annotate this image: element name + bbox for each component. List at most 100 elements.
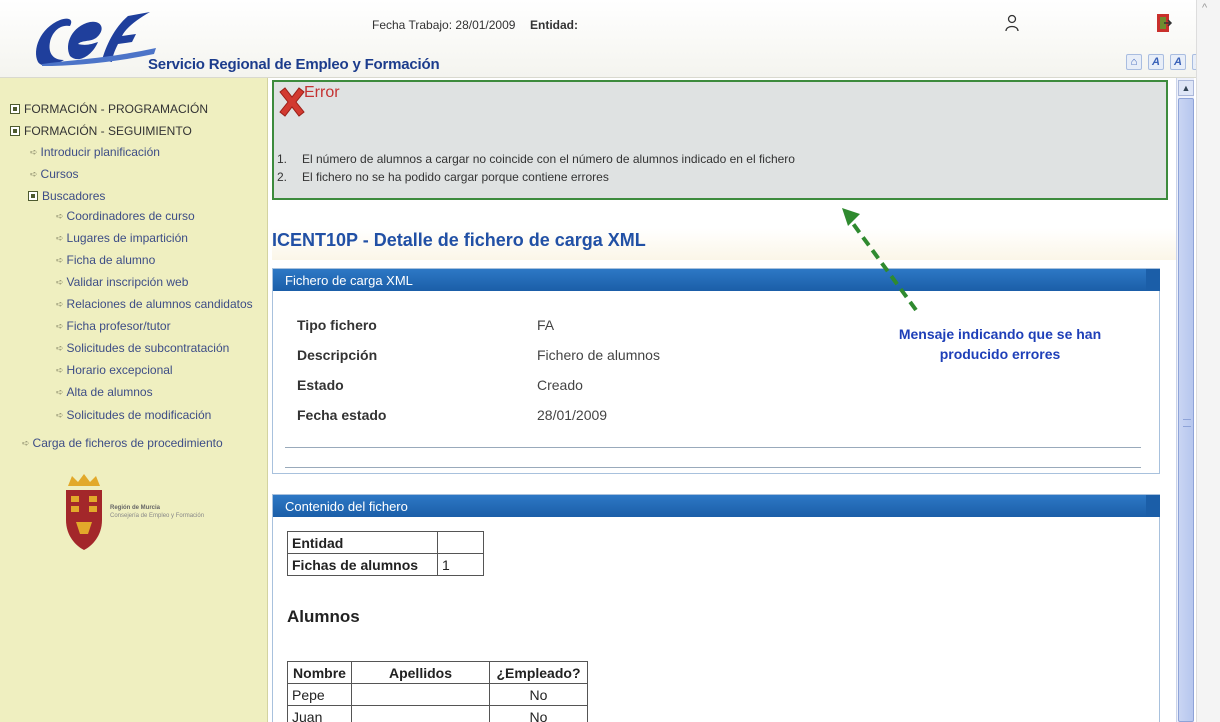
- sidebar-item-relaciones[interactable]: ➪ Relaciones de alumnos candidatos: [56, 297, 253, 311]
- item-label: Validar inscripción web: [66, 275, 189, 289]
- sidebar-item-lugares[interactable]: ➪ Lugares de impartición: [56, 231, 188, 245]
- cell-empleado: No: [489, 683, 588, 706]
- entidad-value: [437, 531, 484, 554]
- sidebar: FORMACIÓN - PROGRAMACIÓN FORMACIÓN - SEG…: [0, 78, 268, 722]
- detail-label: Fecha estado: [297, 407, 387, 423]
- arrow-icon: ➪: [56, 232, 64, 243]
- sidebar-item-cursos[interactable]: ➪ Cursos: [30, 167, 79, 181]
- cell-nombre: Juan: [287, 705, 352, 722]
- arrow-icon: ➪: [56, 364, 64, 375]
- detail-label: Tipo fichero: [297, 317, 377, 333]
- error-icon: [279, 87, 305, 117]
- detail-label: Estado: [297, 377, 344, 393]
- arrow-icon: ➪: [56, 276, 64, 287]
- sidebar-item-subcontratacion[interactable]: ➪ Solicitudes de subcontratación: [56, 341, 229, 355]
- panel-header: Contenido del fichero: [273, 495, 1159, 517]
- window-scrollbar[interactable]: ^: [1196, 0, 1220, 722]
- entidad-label: Entidad:: [530, 18, 578, 32]
- fecha-value: 28/01/2009: [455, 18, 516, 32]
- arrow-icon: ➪: [56, 342, 64, 353]
- sidebar-group-buscadores[interactable]: Buscadores: [28, 189, 105, 203]
- cell-nombre: Pepe: [287, 683, 352, 706]
- table-row: Juan No: [287, 705, 588, 722]
- column-header: Apellidos: [351, 661, 490, 684]
- sidebar-item-validar-inscripcion[interactable]: ➪ Validar inscripción web: [56, 275, 188, 289]
- column-header: Nombre: [287, 661, 352, 684]
- item-label: Ficha de alumno: [66, 253, 156, 267]
- region-text: Región de Murcia Consejería de Empleo y …: [110, 504, 204, 520]
- item-label: Relaciones de alumnos candidatos: [66, 297, 253, 311]
- item-label: Cursos: [40, 167, 79, 181]
- cell-apellidos: [351, 705, 490, 722]
- group-label: Buscadores: [42, 189, 106, 203]
- sidebar-item-carga-ficheros[interactable]: ➪ Carga de ficheros de procedimiento: [22, 436, 223, 450]
- item-label: Carga de ficheros de procedimiento: [32, 436, 223, 450]
- item-label: Ficha profesor/tutor: [66, 319, 171, 333]
- fichas-value: 1: [437, 553, 484, 576]
- sidebar-item-introducir-planificacion[interactable]: ➪ Introducir planificación: [30, 145, 160, 159]
- detail-value: Creado: [537, 377, 583, 393]
- item-label: Coordinadores de curso: [66, 209, 195, 223]
- sidebar-item-solicitudes-modificacion[interactable]: ➪ Solicitudes de modificación: [56, 408, 211, 422]
- table-row: Fichas de alumnos 1: [287, 553, 484, 576]
- header: Servicio Regional de Empleo y Formación …: [0, 0, 1208, 78]
- detail-value: Fichero de alumnos: [537, 347, 660, 363]
- annotation-line: Mensaje indicando que se han: [898, 326, 1102, 342]
- arrow-icon: ➪: [56, 298, 64, 309]
- error-item: 1. El número de alumnos a cargar no coinc…: [277, 152, 795, 170]
- alumnos-title: Alumnos: [287, 607, 360, 626]
- error-box: Error 1. El número de alumnos a cargar no…: [272, 80, 1168, 200]
- sidebar-item-ficha-alumno[interactable]: ➪ Ficha de alumno: [56, 253, 155, 267]
- page-title: ICENT10P - Detalle de fichero de carga X…: [272, 228, 1176, 260]
- item-label: Horario excepcional: [66, 363, 173, 377]
- item-label: Solicitudes de modificación: [66, 408, 212, 422]
- item-label: Alta de alumnos: [66, 385, 153, 399]
- collapse-icon: [10, 126, 20, 136]
- font-medium-icon[interactable]: A: [1170, 54, 1186, 70]
- sidebar-item-horario[interactable]: ➪ Horario excepcional: [56, 363, 173, 377]
- detail-label: Descripción: [297, 347, 378, 363]
- user-icon[interactable]: [1005, 14, 1019, 32]
- exit-icon[interactable]: [1155, 12, 1173, 34]
- error-text: El número de alumnos a cargar no coincid…: [302, 152, 795, 166]
- section-label: FORMACIÓN - PROGRAMACIÓN: [24, 102, 209, 116]
- font-small-icon[interactable]: A: [1148, 54, 1164, 70]
- error-list: 1. El número de alumnos a cargar no coinc…: [277, 152, 795, 188]
- arrow-icon: ➪: [22, 437, 30, 448]
- table-row: Pepe No: [287, 683, 588, 706]
- arrow-icon: ➪: [56, 409, 64, 420]
- scroll-up-icon[interactable]: ^: [1202, 2, 1207, 14]
- item-label: Introducir planificación: [40, 145, 160, 159]
- detail-value: 28/01/2009: [537, 407, 608, 423]
- error-title: Error: [304, 84, 340, 101]
- panel-contenido-fichero: Contenido del fichero Entidad Fichas de …: [272, 494, 1160, 722]
- panel-header: Fichero de carga XML: [273, 269, 1159, 291]
- arrow-icon: ➪: [56, 254, 64, 265]
- error-item: 2. El fichero no se ha podido cargar porq…: [277, 170, 795, 188]
- scroll-up-icon[interactable]: ▲: [1178, 80, 1194, 96]
- sidebar-item-ficha-profesor[interactable]: ➪ Ficha profesor/tutor: [56, 319, 171, 333]
- annotation-arrow: [842, 208, 918, 312]
- scroll-thumb[interactable]: [1178, 98, 1194, 722]
- annotation-text: Mensaje indicando que se han producido e…: [845, 324, 1155, 364]
- sidebar-section-seguimiento[interactable]: FORMACIÓN - SEGUIMIENTO: [10, 124, 192, 138]
- sidebar-item-coordinadores[interactable]: ➪ Coordinadores de curso: [56, 209, 195, 223]
- region-title: Región de Murcia: [110, 505, 161, 511]
- fichas-label: Fichas de alumnos: [287, 553, 438, 576]
- home-icon[interactable]: ⌂: [1126, 54, 1142, 70]
- table-header-row: Nombre Apellidos ¿Empleado?: [287, 661, 588, 684]
- collapse-icon: [28, 191, 38, 201]
- fecha-trabajo: Fecha Trabajo: 28/01/2009: [372, 18, 515, 32]
- org-name: Servicio Regional de Empleo y Formación: [148, 56, 440, 73]
- arrow-icon: ➪: [30, 146, 38, 157]
- section-label: FORMACIÓN - SEGUIMIENTO: [24, 124, 192, 138]
- scrollbar[interactable]: ▲: [1176, 78, 1194, 722]
- arrow-icon: ➪: [56, 386, 64, 397]
- detail-value: FA: [537, 317, 555, 333]
- region-murcia-crest: [66, 474, 102, 550]
- error-num: 1.: [277, 152, 288, 166]
- item-label: Solicitudes de subcontratación: [66, 341, 230, 355]
- sidebar-section-programacion[interactable]: FORMACIÓN - PROGRAMACIÓN: [10, 102, 208, 116]
- table-row: Entidad: [287, 531, 484, 554]
- sidebar-item-alta-alumnos[interactable]: ➪ Alta de alumnos: [56, 385, 153, 399]
